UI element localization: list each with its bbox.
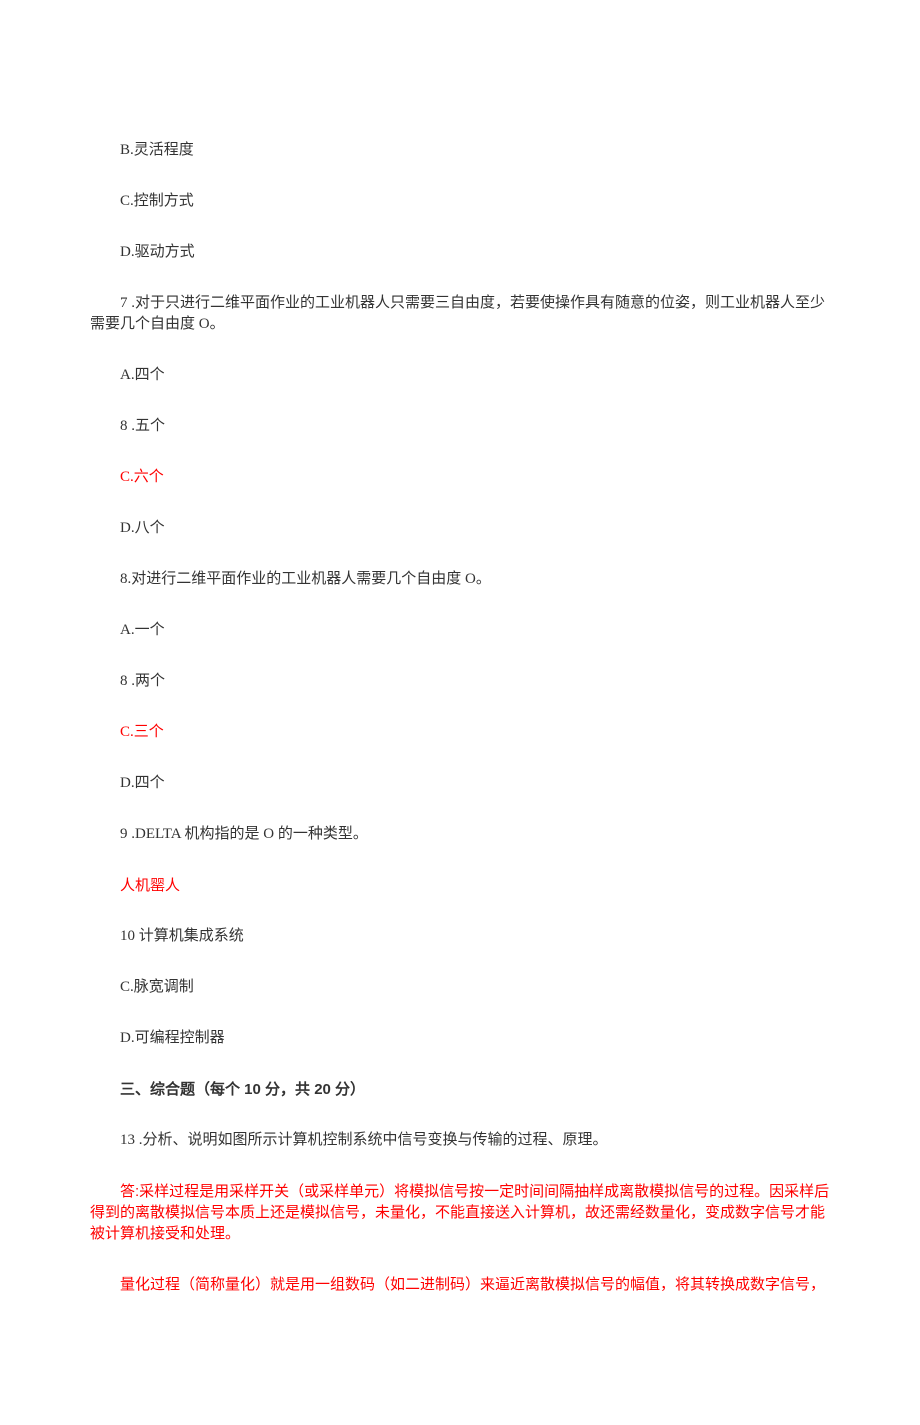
option-text: C.控制方式: [90, 191, 830, 212]
option-text: D.驱动方式: [90, 242, 830, 263]
option-text: 8 .两个: [90, 671, 830, 692]
option-text: C.脉宽调制: [90, 977, 830, 998]
answer-text: C.六个: [90, 467, 830, 488]
option-text: 8 .五个: [90, 416, 830, 437]
answer-text: 人机罂人: [90, 875, 830, 896]
question-text: 13 .分析、说明如图所示计算机控制系统中信号变换与传输的过程、原理。: [90, 1130, 830, 1151]
option-text: D.八个: [90, 518, 830, 539]
section-heading: 三、综合题（每个 10 分，共 20 分）: [90, 1079, 830, 1100]
option-text: D.四个: [90, 773, 830, 794]
option-text: A.一个: [90, 620, 830, 641]
answer-text: C.三个: [90, 722, 830, 743]
question-text: 7 .对于只进行二维平面作业的工业机器人只需要三自由度，若要使操作具有随意的位姿…: [90, 293, 830, 335]
question-text: 9 .DELTA 机构指的是 O 的一种类型。: [90, 824, 830, 845]
answer-paragraph: 量化过程（简称量化）就是用一组数码（如二进制码）来逼近离散模拟信号的幅值，将其转…: [90, 1274, 830, 1295]
option-text: A.四个: [90, 365, 830, 386]
answer-paragraph: 答:采样过程是用采样开关（或采样单元）将模拟信号按一定时间间隔抽样成离散模拟信号…: [90, 1181, 830, 1244]
option-text: B.灵活程度: [90, 140, 830, 161]
question-text: 8.对进行二维平面作业的工业机器人需要几个自由度 O。: [90, 569, 830, 590]
option-text: D.可编程控制器: [90, 1028, 830, 1049]
document-page: B.灵活程度 C.控制方式 D.驱动方式 7 .对于只进行二维平面作业的工业机器…: [0, 0, 920, 1425]
option-text: 10 计算机集成系统: [90, 926, 830, 947]
